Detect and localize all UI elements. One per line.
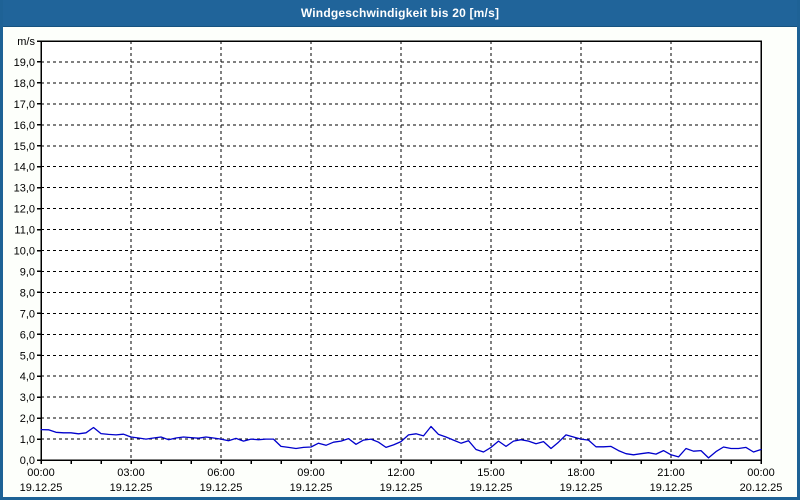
svg-text:0,0: 0,0 — [20, 455, 35, 467]
svg-text:11,0: 11,0 — [14, 225, 35, 237]
svg-text:15,0: 15,0 — [14, 141, 35, 153]
svg-text:19.12.25: 19.12.25 — [650, 482, 693, 494]
svg-text:19.12.25: 19.12.25 — [380, 482, 423, 494]
svg-text:19.12.25: 19.12.25 — [20, 482, 63, 494]
svg-text:00:00: 00:00 — [27, 467, 55, 479]
svg-text:14,0: 14,0 — [14, 162, 35, 174]
svg-text:15:00: 15:00 — [477, 467, 505, 479]
svg-text:19.12.25: 19.12.25 — [470, 482, 513, 494]
svg-text:19.12.25: 19.12.25 — [110, 482, 153, 494]
svg-text:00:00: 00:00 — [747, 467, 775, 479]
svg-text:3,0: 3,0 — [20, 392, 35, 404]
svg-text:13,0: 13,0 — [14, 183, 35, 195]
svg-text:19.12.25: 19.12.25 — [560, 482, 603, 494]
svg-text:1,0: 1,0 — [20, 434, 35, 446]
svg-text:4,0: 4,0 — [20, 371, 35, 383]
svg-text:8,0: 8,0 — [20, 287, 35, 299]
svg-text:09:00: 09:00 — [297, 467, 325, 479]
chart-area: 0,0 1,0 2,0 3,0 4,0 5,0 6,0 7,0 8,0 9,0 10,0 11,0 12… — [3, 27, 797, 497]
svg-text:10,0: 10,0 — [14, 246, 35, 258]
svg-text:12,0: 12,0 — [14, 204, 35, 216]
svg-text:7,0: 7,0 — [20, 308, 35, 320]
svg-text:20.12.25: 20.12.25 — [740, 482, 783, 494]
svg-text:2,0: 2,0 — [20, 413, 35, 425]
svg-text:19.12.25: 19.12.25 — [200, 482, 243, 494]
svg-text:19.12.25: 19.12.25 — [290, 482, 333, 494]
svg-text:12:00: 12:00 — [387, 467, 415, 479]
svg-text:16,0: 16,0 — [14, 120, 35, 132]
svg-text:21:00: 21:00 — [657, 467, 685, 479]
svg-text:17,0: 17,0 — [14, 99, 35, 111]
svg-text:18:00: 18:00 — [567, 467, 595, 479]
svg-text:9,0: 9,0 — [20, 266, 35, 278]
svg-text:03:00: 03:00 — [117, 467, 145, 479]
wind-speed-chart: 0,0 1,0 2,0 3,0 4,0 5,0 6,0 7,0 8,0 9,0 10,0 11,0 12… — [14, 36, 783, 494]
svg-text:5,0: 5,0 — [20, 350, 35, 362]
svg-text:06:00: 06:00 — [207, 467, 235, 479]
chart-window: Windgeschwindigkeit bis 20 [m/s] 0,0 1,0 2… — [0, 0, 800, 500]
svg-text:6,0: 6,0 — [20, 329, 35, 341]
chart-title: Windgeschwindigkeit bis 20 [m/s] — [300, 6, 500, 20]
svg-text:m/s: m/s — [17, 36, 35, 48]
svg-text:19,0: 19,0 — [14, 57, 35, 69]
svg-text:18,0: 18,0 — [14, 78, 35, 90]
title-bar: Windgeschwindigkeit bis 20 [m/s] — [3, 0, 797, 27]
